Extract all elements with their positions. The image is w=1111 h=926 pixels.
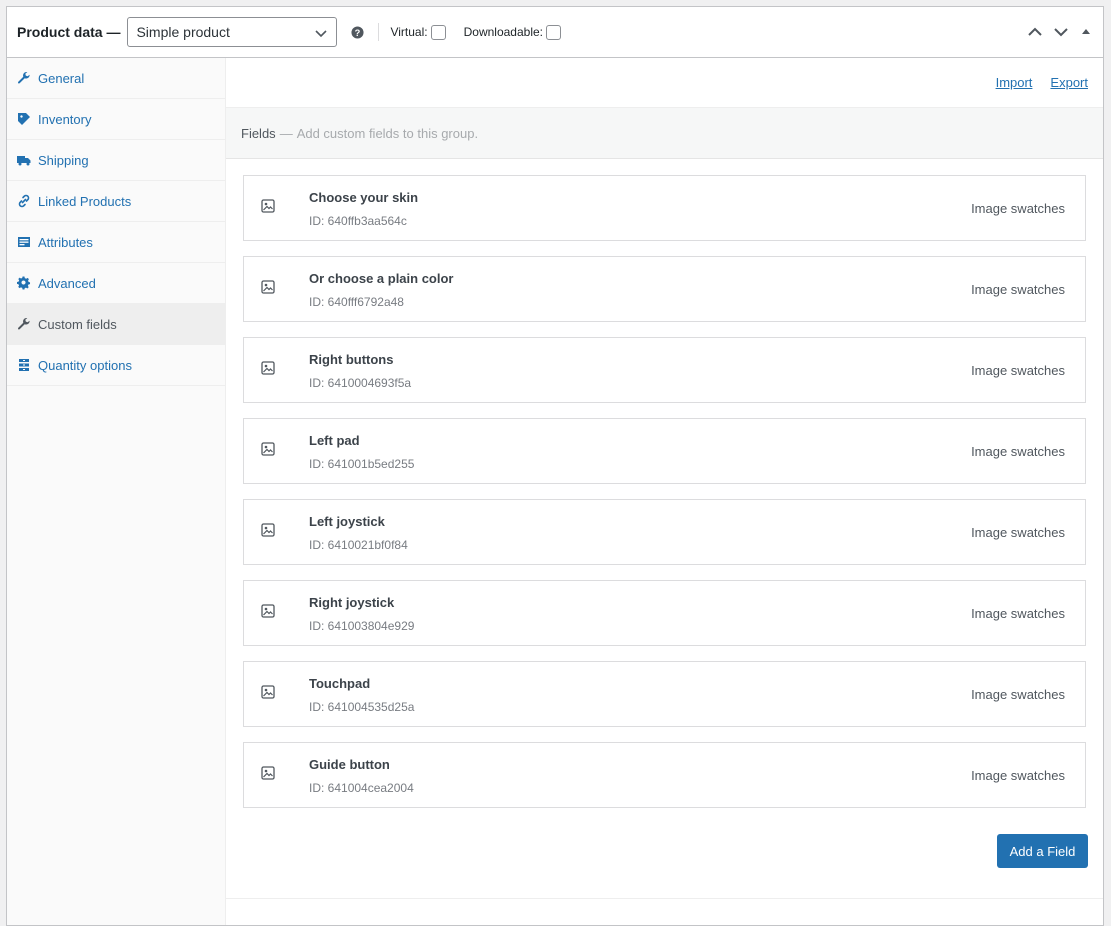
field-name: Touchpad: [309, 676, 371, 691]
product-data-panel: Product data — Simple product ? Virtual:…: [6, 6, 1104, 926]
fields-label: Fields: [241, 125, 276, 141]
field-row[interactable]: Guide button ID: 641004cea2004 Image swa…: [243, 742, 1086, 808]
field-type: Image swatches: [971, 444, 1065, 459]
image-icon: [261, 442, 275, 456]
collapse-triangle-icon[interactable]: [1079, 24, 1093, 40]
tab-advanced-label: Advanced: [38, 275, 96, 291]
tab-shipping[interactable]: Shipping: [7, 140, 225, 181]
import-link[interactable]: Import: [996, 75, 1033, 90]
virtual-label: Virtual:: [390, 25, 428, 39]
image-icon: [261, 766, 275, 780]
field-row[interactable]: Right buttons ID: 6410004693f5a Image sw…: [243, 337, 1086, 403]
field-row[interactable]: Left joystick ID: 6410021bf0f84 Image sw…: [243, 499, 1086, 565]
field-id: ID: 6410004693f5a: [309, 376, 412, 390]
field-name: Guide button: [309, 757, 390, 772]
image-icon: [261, 199, 275, 213]
field-name: Or choose a plain color: [309, 271, 454, 286]
field-type: Image swatches: [971, 525, 1065, 540]
tab-quantity-options[interactable]: Quantity options: [7, 345, 225, 386]
image-icon: [261, 604, 275, 618]
product-type-value: Simple product: [136, 24, 230, 40]
fields-list: Choose your skin ID: 640ffb3aa564c Image…: [226, 159, 1103, 808]
link-icon: [18, 194, 30, 208]
field-id: ID: 641001b5ed255: [309, 457, 415, 471]
tab-attributes[interactable]: Attributes: [7, 222, 225, 263]
field-row[interactable]: Touchpad ID: 641004535d25a Image swatche…: [243, 661, 1086, 727]
virtual-option[interactable]: Virtual:: [390, 24, 446, 40]
field-id: ID: 641004cea2004: [309, 781, 414, 795]
tab-general[interactable]: General: [7, 58, 225, 99]
tab-linked-products[interactable]: Linked Products: [7, 181, 225, 222]
tab-shipping-label: Shipping: [38, 152, 89, 168]
truck-icon: [17, 156, 31, 166]
panel-footer-divider: [226, 898, 1103, 899]
help-icon[interactable]: ?: [351, 25, 365, 39]
field-type: Image swatches: [971, 282, 1065, 297]
product-type-select[interactable]: Simple product: [127, 17, 338, 47]
chevron-up-icon[interactable]: [1027, 24, 1043, 40]
fields-header: Fields — Add custom fields to this group…: [226, 108, 1103, 159]
downloadable-option[interactable]: Downloadable:: [463, 24, 561, 40]
field-type: Image swatches: [971, 687, 1065, 702]
tab-inventory-label: Inventory: [38, 111, 92, 127]
tab-custom-fields[interactable]: Custom fields: [7, 304, 225, 345]
image-icon: [261, 280, 275, 294]
tab-custom-fields-label: Custom fields: [38, 316, 117, 332]
panel-controls: [1017, 24, 1093, 40]
wrench-icon: [18, 72, 30, 84]
header-divider: [378, 23, 380, 41]
list-icon: [18, 237, 30, 247]
virtual-checkbox[interactable]: [430, 24, 446, 40]
export-link[interactable]: Export: [1050, 75, 1088, 90]
field-id: ID: 641004535d25a: [309, 700, 415, 714]
tab-advanced[interactable]: Advanced: [7, 263, 225, 304]
field-id: ID: 641003804e929: [309, 619, 415, 633]
downloadable-label: Downloadable:: [463, 25, 543, 39]
product-data-tabs: General Inventory Shipping Linked Produc…: [7, 58, 226, 925]
image-icon: [261, 523, 275, 537]
field-row[interactable]: Right joystick ID: 641003804e929 Image s…: [243, 580, 1086, 646]
field-type: Image swatches: [971, 201, 1065, 216]
field-id: ID: 640fff6792a48: [309, 295, 404, 309]
fields-separator: —: [279, 125, 293, 141]
add-field-button[interactable]: Add a Field: [997, 834, 1088, 868]
tab-inventory[interactable]: Inventory: [7, 99, 225, 140]
stack-icon: [19, 359, 29, 371]
tab-general-label: General: [38, 70, 85, 86]
field-type: Image swatches: [971, 606, 1065, 621]
downloadable-checkbox[interactable]: [546, 24, 561, 40]
field-name: Left pad: [309, 433, 360, 448]
tab-quantity-options-label: Quantity options: [38, 357, 132, 373]
field-type: Image swatches: [971, 363, 1065, 378]
field-name: Right joystick: [309, 595, 395, 610]
image-icon: [261, 361, 275, 375]
chevron-down-icon: [315, 30, 328, 38]
field-id: ID: 6410021bf0f84: [309, 538, 408, 552]
product-data-title: Product data —: [17, 24, 121, 40]
field-name: Left joystick: [309, 514, 385, 529]
wrench-icon: [18, 318, 30, 330]
custom-fields-panel: Import Export Fields — Add custom fields…: [226, 58, 1103, 925]
field-row[interactable]: Or choose a plain color ID: 640fff6792a4…: [243, 256, 1086, 322]
gear-icon: [17, 276, 31, 290]
fields-hint: Add custom fields to this group.: [296, 125, 479, 141]
tab-linked-products-label: Linked Products: [38, 193, 132, 209]
tag-icon: [18, 113, 30, 125]
field-name: Choose your skin: [309, 190, 419, 205]
product-data-header: Product data — Simple product ? Virtual:…: [7, 7, 1103, 58]
chevron-down-icon[interactable]: [1053, 24, 1069, 40]
field-name: Right buttons: [309, 352, 394, 367]
tab-attributes-label: Attributes: [38, 234, 93, 250]
field-row[interactable]: Left pad ID: 641001b5ed255 Image swatche…: [243, 418, 1086, 484]
svg-text:?: ?: [355, 27, 361, 37]
image-icon: [261, 685, 275, 699]
field-row[interactable]: Choose your skin ID: 640ffb3aa564c Image…: [243, 175, 1086, 241]
field-type: Image swatches: [971, 768, 1065, 783]
field-id: ID: 640ffb3aa564c: [309, 214, 407, 228]
import-export-bar: Import Export: [226, 58, 1103, 108]
